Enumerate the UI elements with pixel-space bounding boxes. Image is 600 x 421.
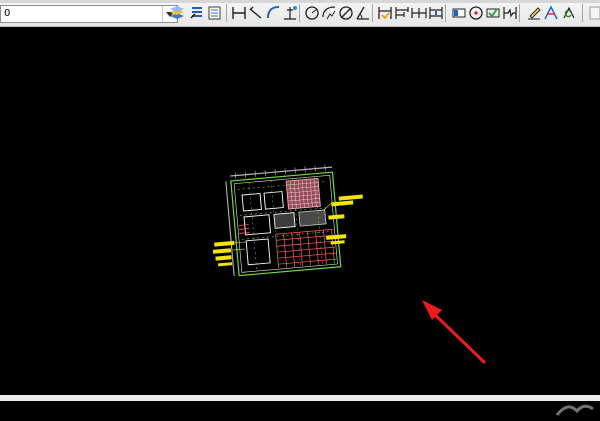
tolerance-icon[interactable] xyxy=(450,4,468,22)
toolbar-separator xyxy=(372,4,373,22)
layer-states-icon[interactable] xyxy=(206,4,224,22)
layer-current-value: 0 xyxy=(4,8,11,19)
quick-dimension-icon[interactable] xyxy=(376,4,394,22)
linear-dimension-icon[interactable] xyxy=(230,4,248,22)
ordinate-dimension-icon[interactable] xyxy=(281,4,299,22)
toolbar-border xyxy=(0,0,600,3)
toolbar-separator xyxy=(226,4,227,22)
jogged-linear-icon[interactable] xyxy=(501,4,519,22)
drawing-canvas[interactable] xyxy=(0,27,600,416)
cad-toolbar: 0 xyxy=(0,0,600,27)
dimension-edit-icon[interactable] xyxy=(525,4,543,22)
toolbar-overflow-icon[interactable] xyxy=(586,4,600,22)
toolbar-separator xyxy=(445,4,446,22)
layer-previous-icon[interactable] xyxy=(188,4,206,22)
aligned-dimension-icon[interactable] xyxy=(247,4,265,22)
radius-dimension-icon[interactable] xyxy=(303,4,321,22)
floor-plan-drawing xyxy=(212,164,363,277)
dimension-space-icon[interactable] xyxy=(427,4,445,22)
arc-length-icon[interactable] xyxy=(264,4,282,22)
diameter-dimension-icon[interactable] xyxy=(337,4,355,22)
jogged-dimension-icon[interactable] xyxy=(320,4,338,22)
watermark-logo xyxy=(555,404,594,416)
dimension-text-edit-icon[interactable] xyxy=(542,4,560,22)
layer-dropdown[interactable]: 0 xyxy=(0,5,178,23)
toolbar-separator xyxy=(519,4,520,22)
center-mark-icon[interactable] xyxy=(467,4,485,22)
inspection-icon[interactable] xyxy=(484,4,502,22)
status-bar-edge xyxy=(0,395,600,401)
dimension-update-icon[interactable] xyxy=(560,4,578,22)
toolbar-separator xyxy=(582,4,583,22)
toolbar-separator xyxy=(299,4,300,22)
continue-dimension-icon[interactable] xyxy=(410,4,428,22)
red-arrow-annotation xyxy=(422,300,486,364)
baseline-dimension-icon[interactable] xyxy=(393,4,411,22)
angular-dimension-icon[interactable] xyxy=(354,4,372,22)
layer-manager-icon[interactable] xyxy=(168,4,186,22)
